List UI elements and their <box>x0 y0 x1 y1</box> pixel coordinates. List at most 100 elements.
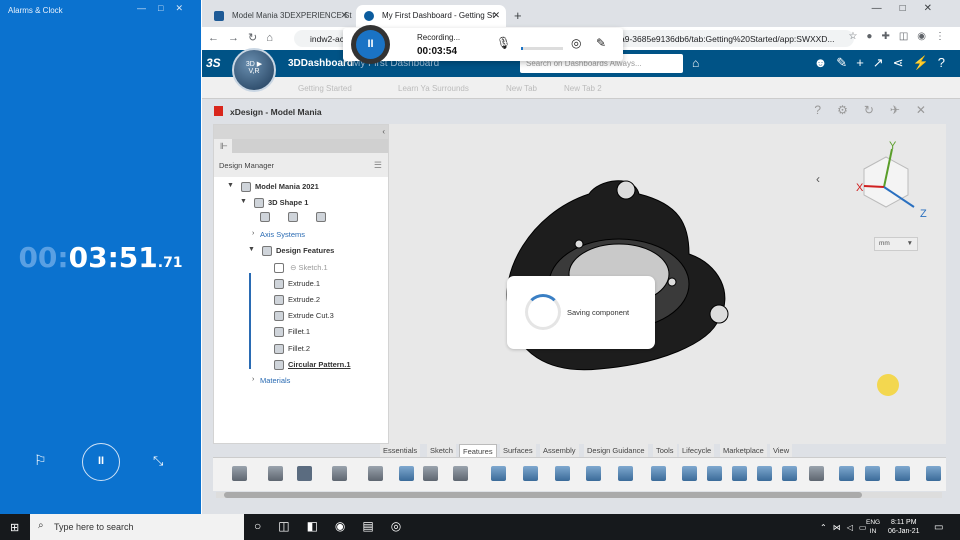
tab-surfaces[interactable]: Surfaces <box>500 444 536 457</box>
plane-tool-icon[interactable] <box>839 466 854 481</box>
tree-item-sketch[interactable]: ⊖ Sketch.1 <box>274 263 328 274</box>
menu-icon[interactable]: ☰ <box>374 160 382 171</box>
save-icon[interactable] <box>297 466 312 481</box>
transform-icon[interactable] <box>368 466 383 481</box>
tab-dashboard[interactable]: My First Dashboard - Getting St ✕ <box>356 5 506 27</box>
tab-new[interactable]: New Tab <box>506 84 537 93</box>
redo-icon[interactable] <box>423 466 438 481</box>
xdesign-logo-icon <box>214 106 223 116</box>
pause-recording-button[interactable]: II <box>356 30 385 59</box>
extrude-tool-icon[interactable] <box>523 466 538 481</box>
point-tool-icon[interactable] <box>895 466 910 481</box>
taskbar-clock[interactable]: 8:11 PM 06-Jan-21 <box>888 518 920 536</box>
pause-button[interactable]: II <box>82 443 120 481</box>
recording-status: Recording... <box>417 33 461 42</box>
windows-start-icon[interactable]: ⊞ <box>10 521 19 534</box>
tab-getting-started[interactable]: Getting Started <box>298 84 352 93</box>
axis-icons[interactable] <box>260 212 330 223</box>
tab-features[interactable]: Features <box>459 444 497 457</box>
panel-header: ‹ <box>214 125 388 139</box>
app-controls[interactable]: ?⚙↻✈✕ <box>814 103 942 117</box>
tree-item-fillet-2[interactable]: Fillet.2 <box>274 344 310 355</box>
tree-icon[interactable]: ⊩ <box>220 141 228 152</box>
webcam-icon[interactable]: ◎ <box>571 36 581 50</box>
nav-icons[interactable]: ←→↻⌂ <box>208 31 282 44</box>
tab-essentials[interactable]: Essentials <box>380 444 421 457</box>
tab-sketch[interactable]: Sketch <box>427 444 456 457</box>
search-icon: ⌕ <box>38 520 44 531</box>
3d-viewport[interactable]: Y X Z <box>389 124 946 444</box>
tab-assembly[interactable]: Assembly <box>540 444 579 457</box>
axis-tool-icon[interactable] <box>865 466 880 481</box>
fillet-tool-icon[interactable] <box>651 466 666 481</box>
flag-icon[interactable]: ⚐ <box>34 452 47 469</box>
revolve-tool-icon[interactable] <box>555 466 570 481</box>
tree-label: Extrude Cut.3 <box>288 311 334 320</box>
close-tab-icon[interactable]: ✕ <box>492 10 500 21</box>
extension-icons[interactable]: ☆●✚◫◉⋮ <box>848 31 954 42</box>
tree-materials[interactable]: › Materials <box>252 376 290 385</box>
toolbar-icons[interactable]: ☻✎+↗⋖⚡? <box>814 55 954 71</box>
tag-icon[interactable]: ⌂ <box>692 56 699 70</box>
tab-view[interactable]: View <box>770 444 793 457</box>
tab-marketplace[interactable]: Marketplace <box>720 444 767 457</box>
volume-slider[interactable] <box>521 47 563 50</box>
tree-root[interactable]: ▼ Model Mania 2021 <box>227 182 319 193</box>
chamfer-tool-icon[interactable] <box>707 466 722 481</box>
part-icon[interactable] <box>268 466 283 481</box>
model-icon[interactable] <box>232 466 247 481</box>
tray-icons[interactable]: ⌃⋈◁▭ <box>820 523 872 532</box>
tree-label: Extrude.2 <box>288 295 321 304</box>
tab-learn[interactable]: Learn Ya Surrounds <box>398 84 469 93</box>
sketch-tool-icon[interactable] <box>491 466 506 481</box>
tab-new-2[interactable]: New Tab 2 <box>564 84 602 93</box>
notification-icon[interactable]: ▭ <box>934 522 943 533</box>
settings-icon[interactable] <box>332 466 347 481</box>
undo-icon[interactable] <box>399 466 414 481</box>
collapse-icon[interactable]: ⤡ <box>153 453 163 469</box>
compass-icon[interactable]: 3D ▶ V,R <box>232 48 276 92</box>
collapse-icon[interactable]: ‹ <box>382 127 385 136</box>
back-chevron-icon[interactable]: ‹ <box>816 172 820 186</box>
mirror-tool-icon[interactable] <box>757 466 772 481</box>
extrude-icon <box>274 295 284 306</box>
timer-main: 03:51 <box>68 241 158 274</box>
tree-design-features[interactable]: ▼ Design Features <box>248 246 335 257</box>
pen-icon[interactable]: ✎ <box>596 36 606 50</box>
window-title: Alarms & Clock <box>8 6 63 15</box>
new-tab-icon[interactable]: + <box>514 8 522 23</box>
tab-model-mania[interactable]: Model Mania 3DEXPERIENCE St ✕ <box>206 5 354 27</box>
tree-item-extrude-1[interactable]: Extrude.1 <box>274 279 320 290</box>
rib-tool-icon[interactable] <box>782 466 797 481</box>
window-controls[interactable]: —□✕ <box>137 3 195 14</box>
tree-item-circular-pattern[interactable]: Circular Pattern.1 <box>274 360 351 371</box>
tree-shape[interactable]: ▼ 3D Shape 1 <box>240 198 308 209</box>
window-controls[interactable]: —□✕ <box>872 3 950 14</box>
tab-lifecycle[interactable]: Lifecycle <box>679 444 715 457</box>
help-icon[interactable] <box>453 466 468 481</box>
shell-tool-icon[interactable] <box>682 466 697 481</box>
toolbar-scrollbar[interactable] <box>216 492 942 498</box>
cut-tool-icon[interactable] <box>618 466 633 481</box>
unit-select[interactable]: mm ▼ <box>874 237 918 251</box>
taskbar-search-input[interactable]: ⌕ Type here to search <box>30 514 244 540</box>
tab-tools[interactable]: Tools <box>653 444 677 457</box>
microphone-icon[interactable]: 🎙 <box>496 36 511 50</box>
sweep-tool-icon[interactable] <box>586 466 601 481</box>
compass-top: 3D <box>245 61 255 68</box>
clock-date: 06-Jan-21 <box>888 528 920 535</box>
tree-axis-systems[interactable]: › Axis Systems <box>252 230 305 239</box>
taskbar-apps[interactable]: ○◫◧◉▤◎ <box>254 519 418 533</box>
tree-item-extrude-cut[interactable]: Extrude Cut.3 <box>274 311 334 322</box>
tree-label: Design Features <box>276 246 335 255</box>
pattern-tool-icon[interactable] <box>809 466 824 481</box>
tab-design-guidance[interactable]: Design Guidance <box>584 444 648 457</box>
scroll-thumb[interactable] <box>224 492 862 498</box>
language-indicator[interactable]: ENG IN <box>866 518 880 536</box>
more-tool-icon[interactable] <box>926 466 941 481</box>
close-tab-icon[interactable]: ✕ <box>340 10 348 21</box>
tree-item-fillet-1[interactable]: Fillet.1 <box>274 327 310 338</box>
rollback-bar[interactable] <box>249 273 251 369</box>
tree-item-extrude-2[interactable]: Extrude.2 <box>274 295 321 306</box>
draft-tool-icon[interactable] <box>732 466 747 481</box>
